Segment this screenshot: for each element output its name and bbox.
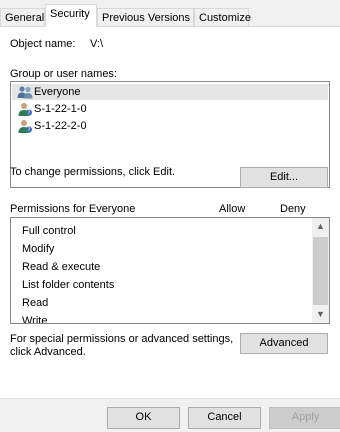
cancel-button[interactable]: Cancel	[188, 407, 261, 429]
dialog-footer: OK Cancel Apply	[0, 398, 340, 432]
scroll-thumb[interactable]	[313, 237, 328, 305]
apply-button[interactable]: Apply	[269, 407, 340, 429]
permission-item: Full control	[22, 225, 76, 237]
user-row-s-1-22-2-0[interactable]: ? S-1-22-2-0	[12, 118, 328, 134]
allow-column-label: Allow	[219, 203, 246, 215]
tab-previous-versions-label: Previous Versions	[102, 12, 191, 24]
permission-item: Read & execute	[22, 261, 101, 273]
user-icon: ?	[18, 120, 32, 134]
user-row-everyone[interactable]: Everyone	[12, 84, 328, 100]
tab-customize[interactable]: Customize	[194, 8, 251, 27]
ok-button[interactable]: OK	[107, 407, 180, 429]
user-icon: ?	[18, 103, 32, 117]
deny-column-label: Deny	[280, 203, 306, 215]
edit-hint: To change permissions, click Edit.	[10, 166, 176, 178]
scroll-up-arrow-icon[interactable]: ▲	[312, 218, 329, 235]
group-names-label: Group or user names:	[10, 68, 117, 80]
user-row-label: S-1-22-1-0	[34, 103, 87, 115]
permission-item: Read	[22, 297, 49, 309]
user-row-label: S-1-22-2-0	[34, 120, 87, 132]
permission-item: List folder contents	[22, 279, 115, 291]
user-row-s-1-22-1-0[interactable]: ? S-1-22-1-0	[12, 101, 328, 117]
object-name-value: V:\	[90, 38, 104, 50]
object-name-label: Object name:	[10, 38, 76, 50]
svg-text:?: ?	[28, 128, 31, 134]
security-panel: Object name: V:\ Group or user names: Ev…	[0, 27, 340, 398]
permissions-scrollbar[interactable]: ▲ ▼	[312, 218, 329, 323]
scroll-down-arrow-icon[interactable]: ▼	[312, 306, 329, 323]
advanced-button[interactable]: Advanced	[240, 333, 328, 354]
tab-strip: General Security Previous Versions Custo…	[0, 4, 340, 27]
permissions-list[interactable]: Full control Modify Read & execute List …	[10, 217, 330, 324]
tab-security-label: Security	[50, 8, 90, 20]
tab-security[interactable]: Security	[45, 4, 97, 27]
user-row-label: Everyone	[34, 86, 81, 98]
advanced-hint-line2: click Advanced.	[10, 346, 86, 358]
permission-item: Modify	[22, 243, 55, 255]
tab-general-label: General	[5, 12, 45, 24]
edit-button[interactable]: Edit...	[240, 167, 328, 188]
permission-item: Write	[22, 315, 48, 324]
tab-previous-versions[interactable]: Previous Versions	[97, 8, 194, 27]
tab-customize-label: Customize	[199, 12, 251, 24]
svg-text:?: ?	[28, 111, 31, 117]
user-group-icon	[17, 86, 33, 99]
tab-general[interactable]: General	[0, 8, 45, 27]
permissions-header: Permissions for Everyone	[10, 203, 136, 215]
advanced-hint-line1: For special permissions or advanced sett…	[10, 333, 234, 345]
